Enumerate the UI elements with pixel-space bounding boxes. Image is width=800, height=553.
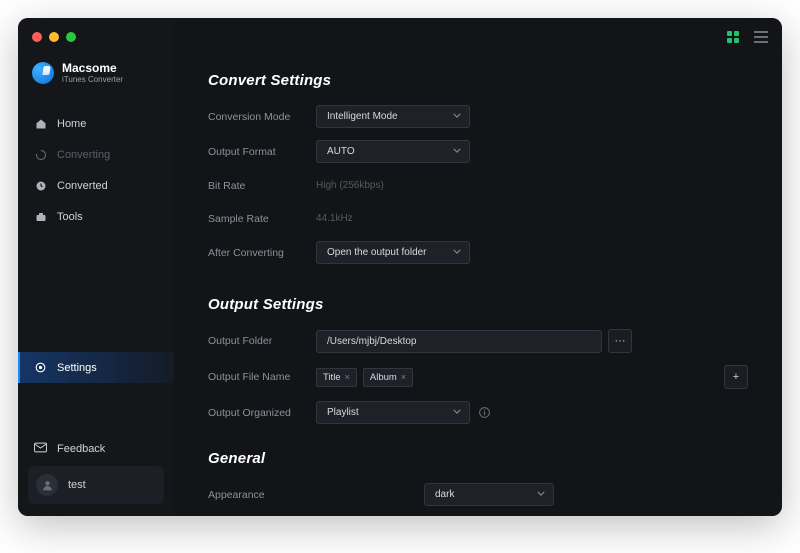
select-value: Intelligent Mode	[327, 111, 398, 122]
chevron-down-icon	[453, 247, 461, 258]
tag-label: Album	[370, 372, 397, 383]
app-logo-icon	[32, 62, 54, 84]
select-value: High (256kbps)	[316, 180, 384, 191]
select-output-organized[interactable]: Playlist	[316, 401, 470, 424]
section-title-convert: Convert Settings	[208, 72, 748, 89]
label-sample-rate: Sample Rate	[208, 213, 316, 225]
sidebar-item-converted[interactable]: Converted	[18, 170, 174, 201]
label-output-organized: Output Organized	[208, 407, 316, 419]
label-output-folder: Output Folder	[208, 335, 316, 347]
window-controls	[32, 32, 76, 42]
clock-icon	[34, 179, 47, 192]
select-value: AUTO	[327, 146, 355, 157]
user-account-card[interactable]: test	[28, 466, 164, 504]
sidebar-item-label: Settings	[57, 362, 97, 374]
select-appearance[interactable]: dark	[424, 483, 554, 506]
mail-icon	[34, 442, 47, 456]
main-panel: Convert Settings Conversion Mode Intelli…	[174, 18, 782, 516]
label-output-format: Output Format	[208, 146, 316, 158]
select-conversion-mode[interactable]: Intelligent Mode	[316, 105, 470, 128]
sidebar-item-label: Feedback	[57, 443, 105, 455]
tag-label: Title	[323, 372, 341, 383]
app-name: Macsome	[62, 62, 123, 74]
gear-icon	[34, 361, 47, 374]
remove-tag-icon[interactable]: ×	[345, 372, 350, 382]
select-value: Open the output folder	[327, 247, 427, 258]
label-output-filename: Output File Name	[208, 371, 316, 383]
select-value: 44.1kHz	[316, 213, 353, 224]
sidebar-item-label: Home	[57, 118, 86, 130]
label-after-converting: After Converting	[208, 247, 316, 259]
info-icon[interactable]	[478, 406, 491, 419]
sidebar-item-converting[interactable]: Converting	[18, 139, 174, 170]
select-value: Playlist	[327, 407, 359, 418]
select-output-format[interactable]: AUTO	[316, 140, 470, 163]
tag-album[interactable]: Album ×	[363, 368, 413, 387]
browse-folder-button[interactable]: ···	[608, 329, 632, 353]
chevron-down-icon	[537, 489, 545, 500]
select-after-converting[interactable]: Open the output folder	[316, 241, 470, 264]
remove-tag-icon[interactable]: ×	[401, 372, 406, 382]
home-icon	[34, 117, 47, 130]
brand: Macsome iTunes Converter	[18, 62, 174, 102]
value-bit-rate: High (256kbps)	[316, 175, 470, 196]
sidebar-item-label: Converting	[57, 149, 110, 161]
select-value: dark	[435, 489, 454, 500]
chevron-down-icon	[453, 111, 461, 122]
maximize-window-button[interactable]	[66, 32, 76, 42]
nav: Home Converting Converted Tools	[18, 108, 174, 232]
label-bit-rate: Bit Rate	[208, 180, 316, 192]
app-window: Macsome iTunes Converter Home Converting	[18, 18, 782, 516]
user-name: test	[68, 479, 86, 491]
tag-title[interactable]: Title ×	[316, 368, 357, 387]
input-output-folder[interactable]: /Users/mjbj/Desktop	[316, 330, 602, 353]
avatar-icon	[36, 474, 58, 496]
sidebar-item-label: Converted	[57, 180, 108, 192]
toolbox-icon	[34, 210, 47, 223]
sidebar-item-settings[interactable]: Settings	[18, 352, 174, 383]
settings-content[interactable]: Convert Settings Conversion Mode Intelli…	[174, 18, 782, 516]
chevron-down-icon	[453, 146, 461, 157]
close-window-button[interactable]	[32, 32, 42, 42]
value-sample-rate: 44.1kHz	[316, 208, 470, 229]
minimize-window-button[interactable]	[49, 32, 59, 42]
chevron-down-icon	[453, 407, 461, 418]
section-title-output: Output Settings	[208, 296, 748, 313]
sidebar-item-tools[interactable]: Tools	[18, 201, 174, 232]
sidebar-item-label: Tools	[57, 211, 83, 223]
input-value: /Users/mjbj/Desktop	[327, 336, 416, 347]
label-appearance: Appearance	[208, 489, 316, 501]
filename-tags: Title × Album ×	[316, 368, 413, 387]
app-subtitle: iTunes Converter	[62, 76, 123, 84]
sidebar-item-home[interactable]: Home	[18, 108, 174, 139]
section-title-general: General	[208, 450, 748, 467]
sidebar: Macsome iTunes Converter Home Converting	[18, 18, 174, 516]
label-conversion-mode: Conversion Mode	[208, 111, 316, 123]
spinner-icon	[34, 148, 47, 161]
add-tag-button[interactable]: +	[724, 365, 748, 389]
sidebar-item-feedback[interactable]: Feedback	[28, 434, 164, 464]
